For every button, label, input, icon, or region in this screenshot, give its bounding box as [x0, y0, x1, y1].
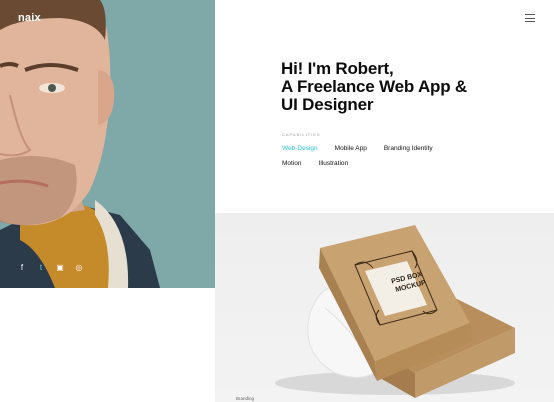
hamburger-icon[interactable] [525, 14, 535, 22]
headline-line: Hi! I'm Robert, [281, 59, 394, 78]
capability-branding-identity[interactable]: Branding Identity [384, 145, 433, 152]
portfolio-item-caption[interactable]: Branding [236, 396, 254, 401]
dribbble-icon[interactable]: ◎ [75, 264, 83, 272]
menu-line [525, 14, 535, 15]
capabilities-row: Motion Illustration [282, 160, 452, 167]
menu-line [525, 17, 535, 19]
twitter-icon[interactable]: t [37, 264, 45, 272]
capabilities-label: CAPABILITIES [282, 132, 321, 137]
social-links: f t ▣ ◎ [18, 264, 83, 272]
headline-line: UI Designer [281, 95, 374, 114]
brand-logo[interactable]: naix [18, 12, 41, 24]
capability-mobile-app[interactable]: Mobile App [335, 145, 367, 152]
capability-motion[interactable]: Motion [282, 160, 302, 167]
capabilities-list: Web-Design Mobile App Branding Identity … [282, 145, 452, 175]
box-mockup-illustration: PSD BOXMOCKUP [275, 225, 515, 398]
instagram-icon[interactable]: ▣ [56, 264, 64, 272]
intro-headline: Hi! I'm Robert, A Freelance Web App & UI… [281, 60, 531, 114]
facebook-icon[interactable]: f [18, 264, 26, 272]
portfolio-item-image[interactable]: PSD BOX MOCKUP [215, 213, 554, 402]
hero-portrait-panel: naix f t ▣ ◎ [0, 0, 215, 288]
menu-line [525, 21, 535, 22]
capabilities-row: Web-Design Mobile App Branding Identity [282, 145, 452, 152]
headline-line: A Freelance Web App & [281, 77, 467, 96]
portrait-image [0, 0, 215, 288]
capability-illustration[interactable]: Illustration [319, 160, 349, 167]
capability-web-design[interactable]: Web-Design [282, 145, 318, 152]
